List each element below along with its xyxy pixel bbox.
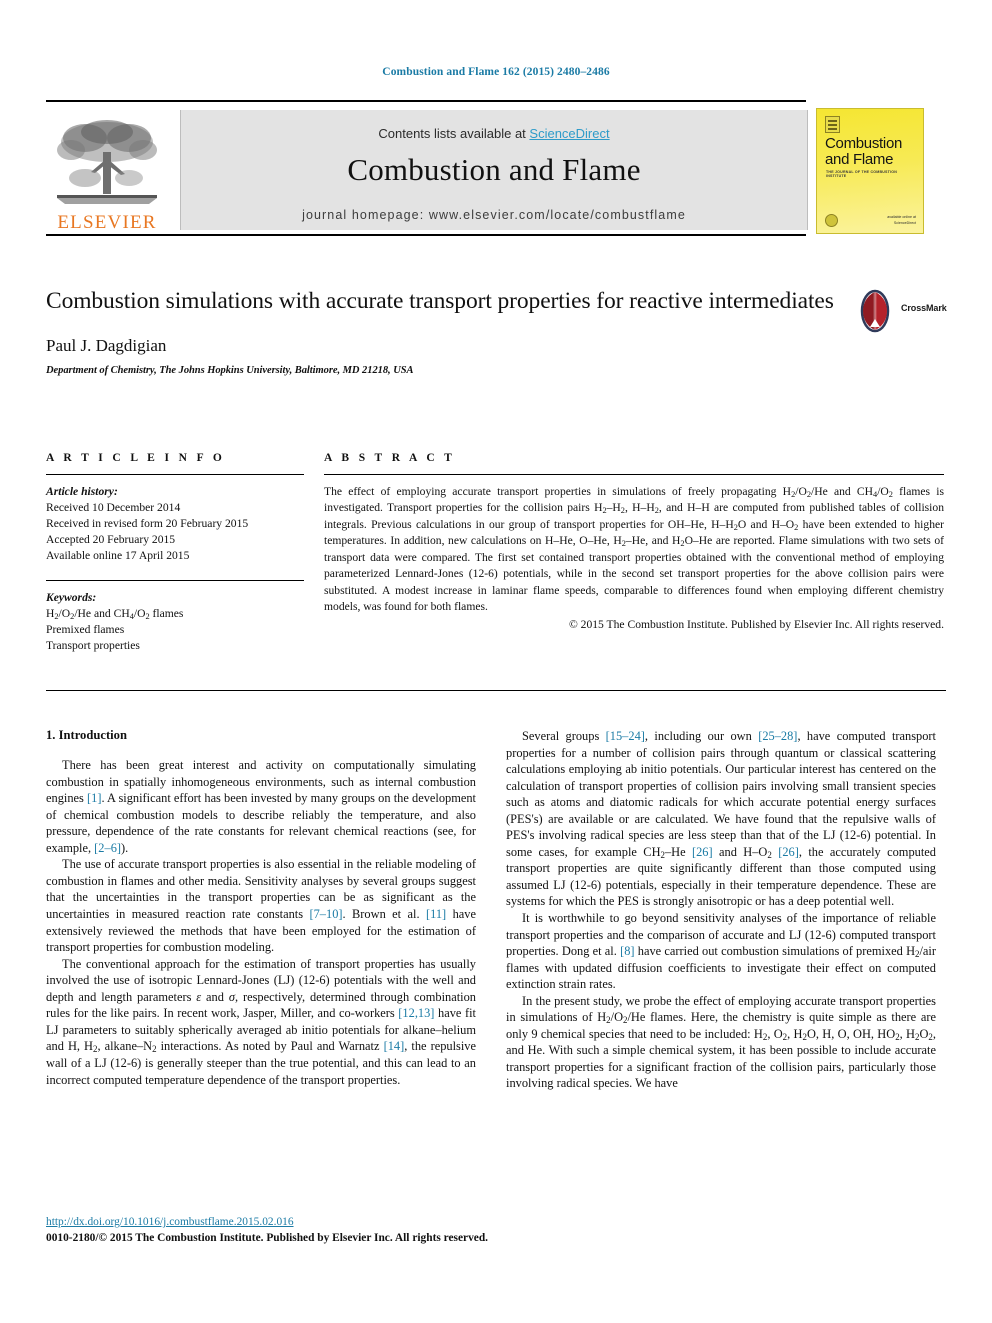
abstract-column: A B S T R A C T The effect of employing …	[324, 452, 944, 631]
affiliation: Department of Chemistry, The Johns Hopki…	[46, 365, 414, 377]
cover-title-line2: and Flame	[825, 150, 894, 168]
history-item: Accepted 20 February 2015	[46, 532, 176, 546]
crossmark-icon	[860, 289, 890, 333]
citation-link[interactable]: [1]	[87, 791, 101, 805]
page-title: Combustion simulations with accurate tra…	[46, 288, 834, 314]
issn-copyright-line: 0010-2180/© 2015 The Combustion Institut…	[46, 1232, 489, 1244]
citation-link[interactable]: [26]	[692, 845, 713, 859]
article-title-block: Combustion simulations with accurate tra…	[46, 286, 947, 377]
journal-article-page: Combustion and Flame 162 (2015) 2480–248…	[0, 0, 992, 1323]
crossmark-label: CrossMark	[901, 303, 947, 313]
journal-homepage-line[interactable]: journal homepage: www.elsevier.com/locat…	[181, 208, 807, 222]
contents-prefix: Contents lists available at	[378, 126, 530, 141]
citation-link[interactable]: [12,13]	[398, 1006, 434, 1020]
history-item: Received in revised form 20 February 201…	[46, 516, 249, 530]
keyword-item: H2/O2/He and CH4/O2 flames	[46, 606, 184, 621]
paragraph: Several groups [15–24], including our ow…	[506, 729, 936, 909]
citation-link[interactable]: [14]	[384, 1039, 405, 1053]
contents-available-line: Contents lists available at ScienceDirec…	[181, 126, 807, 141]
cover-footer-line1: available online at	[887, 215, 916, 220]
body-column-left: 1. Introduction There has been great int…	[46, 728, 476, 1088]
keyword-item: Transport properties	[46, 638, 140, 652]
cover-title: Combustion and Flame	[825, 136, 915, 167]
elsevier-tree-icon	[57, 120, 157, 204]
paragraph: In the present study, we probe the effec…	[506, 993, 937, 1091]
history-item: Received 10 December 2014	[46, 500, 181, 514]
author-list: Paul J. Dagdigian	[46, 336, 167, 356]
citation-link[interactable]: [8]	[620, 944, 634, 958]
paragraph: The use of accurate transport properties…	[46, 857, 476, 955]
article-info-column: A R T I C L E I N F O Article history: R…	[46, 452, 304, 654]
paragraph: It is worthwhile to go beyond sensitivit…	[506, 911, 936, 992]
body-separator-rule	[46, 690, 946, 691]
keyword-item: Premixed flames	[46, 622, 125, 636]
page-footer: http://dx.doi.org/10.1016/j.combustflame…	[46, 1212, 946, 1244]
keywords-label: Keywords:	[46, 590, 97, 604]
citation-link[interactable]: [25–28]	[758, 729, 797, 743]
masthead-top-rule	[46, 100, 806, 102]
paragraph: The conventional approach for the estima…	[46, 956, 476, 1087]
doi-link[interactable]: http://dx.doi.org/10.1016/j.combustflame…	[46, 1216, 294, 1228]
masthead-bottom-rule	[46, 234, 806, 236]
article-history-label: Article history:	[46, 485, 118, 498]
cover-emblem-icon	[825, 116, 840, 133]
abstract-text: The effect of employing accurate transpo…	[324, 485, 945, 614]
article-info-rule	[46, 474, 304, 475]
citation-link[interactable]: [7–10]	[309, 907, 342, 921]
cover-seal-icon	[825, 214, 838, 227]
paragraph: There has been great interest and activi…	[46, 758, 476, 855]
section-heading-introduction: 1. Introduction	[46, 728, 127, 742]
abstract-heading: A B S T R A C T	[324, 452, 456, 464]
keywords-rule	[46, 579, 304, 581]
cover-title-line1: Combustion	[825, 135, 903, 152]
crossmark-badge[interactable]: CrossMark	[853, 289, 973, 333]
citation-link[interactable]: [2–6]	[94, 841, 121, 855]
history-item: Available online 17 April 2015	[46, 548, 190, 562]
citation-link[interactable]: [15–24]	[606, 729, 645, 743]
abstract-copyright: © 2015 The Combustion Institute. Publish…	[568, 617, 944, 631]
article-info-heading: A R T I C L E I N F O	[46, 452, 226, 464]
keywords-group: Keywords: H2/O2/He and CH4/O2 flames Pre…	[46, 590, 304, 654]
elsevier-logo: ELSEVIER	[48, 110, 166, 232]
cover-footer: available online at ScienceDirect	[887, 215, 916, 226]
journal-title: Combustion and Flame	[347, 152, 641, 187]
abstract-rule	[324, 474, 944, 475]
cover-footer-line2: ScienceDirect	[893, 220, 916, 225]
elsevier-wordmark: ELSEVIER	[57, 212, 157, 233]
cover-subtitle: THE JOURNAL OF THE COMBUSTION INSTITUTE	[826, 170, 898, 178]
journal-masthead: ELSEVIER Contents lists available at Sci…	[46, 100, 946, 236]
citation-link[interactable]: [11]	[426, 907, 446, 921]
journal-cover-thumbnail[interactable]: Combustion and Flame THE JOURNAL OF THE …	[816, 108, 924, 234]
journal-band: Contents lists available at ScienceDirec…	[180, 110, 808, 230]
article-history-group: Article history: Received 10 December 20…	[46, 484, 304, 564]
body-column-right: Several groups [15–24], including our ow…	[506, 728, 936, 1092]
running-head: Combustion and Flame 162 (2015) 2480–248…	[382, 66, 610, 78]
sciencedirect-link[interactable]: ScienceDirect	[529, 126, 609, 141]
citation-link[interactable]: [26]	[778, 845, 799, 859]
